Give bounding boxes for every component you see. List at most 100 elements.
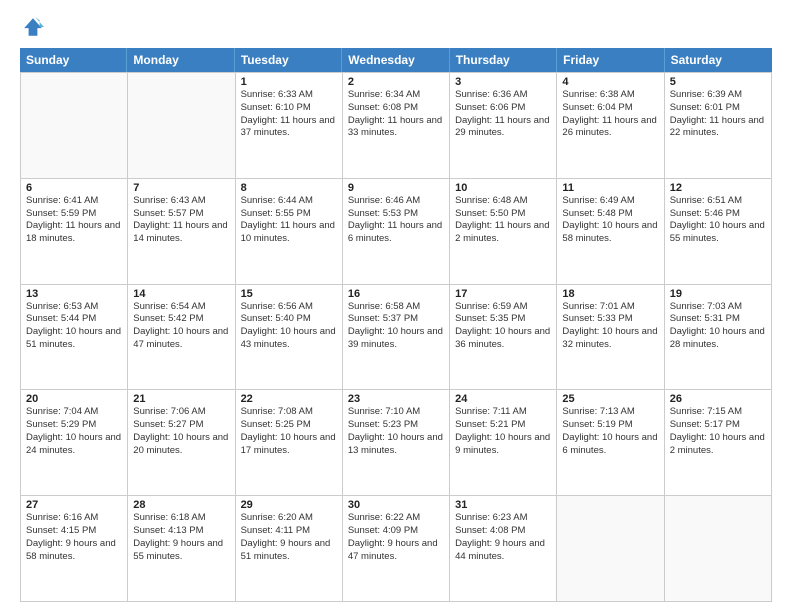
day-number: 29 (241, 499, 337, 511)
cal-cell-27: 27Sunrise: 6:16 AMSunset: 4:15 PMDayligh… (21, 496, 128, 601)
day-header-friday: Friday (557, 48, 664, 72)
cell-info: Sunset: 6:10 PM (241, 102, 337, 115)
cal-cell-7: 7Sunrise: 6:43 AMSunset: 5:57 PMDaylight… (128, 179, 235, 284)
cell-info: Sunset: 4:09 PM (348, 525, 444, 538)
cell-info: Sunset: 5:23 PM (348, 419, 444, 432)
cell-info: Sunrise: 6:39 AM (670, 89, 766, 102)
cell-info: Sunrise: 6:20 AM (241, 512, 337, 525)
cell-info: Sunrise: 6:44 AM (241, 195, 337, 208)
day-number: 31 (455, 499, 551, 511)
cal-cell-28: 28Sunrise: 6:18 AMSunset: 4:13 PMDayligh… (128, 496, 235, 601)
cell-info: Daylight: 9 hours and 55 minutes. (133, 538, 229, 564)
cell-info: Sunset: 5:42 PM (133, 313, 229, 326)
cell-info: Sunset: 5:44 PM (26, 313, 122, 326)
cell-info: Daylight: 11 hours and 2 minutes. (455, 220, 551, 246)
day-number: 30 (348, 499, 444, 511)
day-number: 8 (241, 182, 337, 194)
page-header (20, 16, 772, 38)
cell-info: Daylight: 9 hours and 58 minutes. (26, 538, 122, 564)
cal-cell-20: 20Sunrise: 7:04 AMSunset: 5:29 PMDayligh… (21, 390, 128, 495)
day-number: 6 (26, 182, 122, 194)
cell-info: Sunrise: 6:33 AM (241, 89, 337, 102)
cell-info: Sunset: 5:21 PM (455, 419, 551, 432)
cell-info: Sunrise: 6:53 AM (26, 301, 122, 314)
cell-info: Daylight: 9 hours and 44 minutes. (455, 538, 551, 564)
cal-cell-19: 19Sunrise: 7:03 AMSunset: 5:31 PMDayligh… (665, 285, 772, 390)
cell-info: Sunrise: 7:11 AM (455, 406, 551, 419)
cell-info: Daylight: 9 hours and 51 minutes. (241, 538, 337, 564)
cal-cell-23: 23Sunrise: 7:10 AMSunset: 5:23 PMDayligh… (343, 390, 450, 495)
day-header-monday: Monday (127, 48, 234, 72)
cell-info: Sunrise: 6:16 AM (26, 512, 122, 525)
cell-info: Daylight: 10 hours and 20 minutes. (133, 432, 229, 458)
cell-info: Sunrise: 7:04 AM (26, 406, 122, 419)
calendar-body: 1Sunrise: 6:33 AMSunset: 6:10 PMDaylight… (20, 72, 772, 602)
cal-cell-31: 31Sunrise: 6:23 AMSunset: 4:08 PMDayligh… (450, 496, 557, 601)
day-number: 24 (455, 393, 551, 405)
cal-cell-empty (128, 73, 235, 178)
logo-icon (22, 16, 44, 38)
cell-info: Daylight: 10 hours and 51 minutes. (26, 326, 122, 352)
cell-info: Sunset: 5:40 PM (241, 313, 337, 326)
cell-info: Daylight: 10 hours and 24 minutes. (26, 432, 122, 458)
day-number: 7 (133, 182, 229, 194)
cell-info: Sunset: 6:01 PM (670, 102, 766, 115)
cell-info: Sunrise: 6:18 AM (133, 512, 229, 525)
cal-cell-10: 10Sunrise: 6:48 AMSunset: 5:50 PMDayligh… (450, 179, 557, 284)
cell-info: Sunrise: 6:56 AM (241, 301, 337, 314)
cell-info: Daylight: 11 hours and 26 minutes. (562, 115, 658, 141)
day-number: 9 (348, 182, 444, 194)
logo (20, 16, 44, 38)
day-header-sunday: Sunday (20, 48, 127, 72)
cal-cell-11: 11Sunrise: 6:49 AMSunset: 5:48 PMDayligh… (557, 179, 664, 284)
cell-info: Sunset: 4:08 PM (455, 525, 551, 538)
cal-cell-14: 14Sunrise: 6:54 AMSunset: 5:42 PMDayligh… (128, 285, 235, 390)
day-number: 20 (26, 393, 122, 405)
cal-cell-24: 24Sunrise: 7:11 AMSunset: 5:21 PMDayligh… (450, 390, 557, 495)
cell-info: Sunrise: 6:23 AM (455, 512, 551, 525)
cell-info: Daylight: 11 hours and 29 minutes. (455, 115, 551, 141)
week-row-5: 27Sunrise: 6:16 AMSunset: 4:15 PMDayligh… (21, 496, 772, 602)
cell-info: Sunrise: 6:54 AM (133, 301, 229, 314)
day-number: 3 (455, 76, 551, 88)
cell-info: Daylight: 11 hours and 6 minutes. (348, 220, 444, 246)
day-number: 1 (241, 76, 337, 88)
cell-info: Daylight: 10 hours and 47 minutes. (133, 326, 229, 352)
cell-info: Sunset: 5:46 PM (670, 208, 766, 221)
cell-info: Sunset: 5:17 PM (670, 419, 766, 432)
cell-info: Sunrise: 7:10 AM (348, 406, 444, 419)
cal-cell-4: 4Sunrise: 6:38 AMSunset: 6:04 PMDaylight… (557, 73, 664, 178)
day-number: 4 (562, 76, 658, 88)
day-number: 15 (241, 288, 337, 300)
cell-info: Daylight: 10 hours and 6 minutes. (562, 432, 658, 458)
cal-cell-16: 16Sunrise: 6:58 AMSunset: 5:37 PMDayligh… (343, 285, 450, 390)
cal-cell-5: 5Sunrise: 6:39 AMSunset: 6:01 PMDaylight… (665, 73, 772, 178)
day-header-saturday: Saturday (665, 48, 772, 72)
day-number: 11 (562, 182, 658, 194)
cal-cell-25: 25Sunrise: 7:13 AMSunset: 5:19 PMDayligh… (557, 390, 664, 495)
day-number: 13 (26, 288, 122, 300)
cell-info: Sunset: 5:29 PM (26, 419, 122, 432)
cell-info: Sunset: 5:57 PM (133, 208, 229, 221)
cell-info: Sunrise: 7:13 AM (562, 406, 658, 419)
day-number: 10 (455, 182, 551, 194)
cell-info: Sunrise: 6:51 AM (670, 195, 766, 208)
cell-info: Sunrise: 6:36 AM (455, 89, 551, 102)
cell-info: Daylight: 10 hours and 28 minutes. (670, 326, 766, 352)
calendar-page: SundayMondayTuesdayWednesdayThursdayFrid… (0, 0, 792, 612)
day-number: 2 (348, 76, 444, 88)
day-number: 18 (562, 288, 658, 300)
cal-cell-21: 21Sunrise: 7:06 AMSunset: 5:27 PMDayligh… (128, 390, 235, 495)
cal-cell-empty (665, 496, 772, 601)
cell-info: Sunset: 5:50 PM (455, 208, 551, 221)
day-number: 12 (670, 182, 766, 194)
cell-info: Sunset: 5:19 PM (562, 419, 658, 432)
calendar: SundayMondayTuesdayWednesdayThursdayFrid… (20, 48, 772, 602)
cell-info: Daylight: 11 hours and 18 minutes. (26, 220, 122, 246)
cell-info: Sunrise: 6:43 AM (133, 195, 229, 208)
cell-info: Daylight: 11 hours and 37 minutes. (241, 115, 337, 141)
cal-cell-13: 13Sunrise: 6:53 AMSunset: 5:44 PMDayligh… (21, 285, 128, 390)
cell-info: Daylight: 10 hours and 32 minutes. (562, 326, 658, 352)
cell-info: Daylight: 10 hours and 58 minutes. (562, 220, 658, 246)
cell-info: Sunrise: 7:03 AM (670, 301, 766, 314)
